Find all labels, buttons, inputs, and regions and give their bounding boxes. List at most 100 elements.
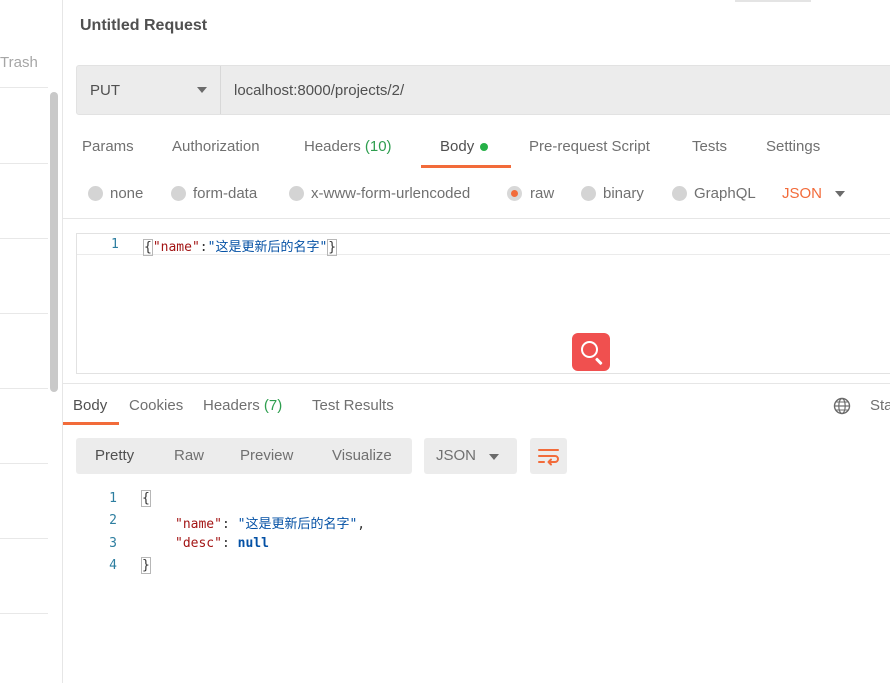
request-panel: Untitled Request PUT Params Authorizatio… bbox=[63, 0, 890, 683]
radio-none-label[interactable]: none bbox=[110, 185, 143, 202]
search-icon bbox=[581, 341, 598, 358]
tab-headers-count: (10) bbox=[364, 138, 392, 155]
line-number: 1 bbox=[111, 237, 119, 252]
divider bbox=[63, 218, 890, 219]
response-tab-cookies[interactable]: Cookies bbox=[129, 397, 183, 414]
tab-body[interactable]: Body bbox=[440, 138, 489, 155]
response-tab-test-results[interactable]: Test Results bbox=[312, 397, 394, 414]
active-tab-underline bbox=[63, 422, 119, 425]
sidebar-divider bbox=[0, 238, 48, 239]
tab-body-label: Body bbox=[440, 138, 475, 155]
response-tab-headers[interactable]: Headers (7) bbox=[203, 397, 282, 414]
tab-authorization[interactable]: Authorization bbox=[172, 138, 260, 155]
sidebar-divider bbox=[0, 163, 48, 164]
line-number: 3 bbox=[109, 536, 117, 551]
search-icon-handle bbox=[594, 357, 603, 366]
body-type-select[interactable]: JSON bbox=[782, 185, 822, 202]
chevron-down-icon bbox=[197, 87, 207, 93]
radio-graphql-label[interactable]: GraphQL bbox=[694, 185, 756, 202]
response-line: 1 { bbox=[63, 488, 890, 510]
sidebar-divider bbox=[0, 388, 48, 389]
request-title[interactable]: Untitled Request bbox=[80, 17, 207, 35]
line-number: 2 bbox=[109, 513, 117, 528]
radio-raw-label[interactable]: raw bbox=[530, 185, 554, 202]
active-tab-underline bbox=[421, 165, 511, 168]
active-dot-icon bbox=[480, 143, 489, 152]
sidebar-divider bbox=[0, 463, 48, 464]
chevron-down-icon[interactable] bbox=[835, 191, 845, 197]
response-code: "name": "这是更新后的名字", bbox=[175, 513, 365, 532]
json-value: "这是更新后的名字" bbox=[207, 240, 328, 255]
radio-binary-label[interactable]: binary bbox=[603, 185, 644, 202]
tab-headers[interactable]: Headers (10) bbox=[304, 138, 392, 155]
wrap-lines-button[interactable] bbox=[530, 438, 567, 474]
json-comma: , bbox=[357, 517, 366, 532]
json-colon: : bbox=[199, 240, 208, 255]
tab-params[interactable]: Params bbox=[82, 138, 134, 155]
sidebar-divider bbox=[0, 613, 48, 614]
line-number: 4 bbox=[109, 558, 117, 573]
close-brace: } bbox=[327, 239, 338, 256]
response-tab-headers-count: (7) bbox=[263, 397, 283, 414]
response-format-select[interactable]: JSON bbox=[424, 438, 517, 474]
json-colon: : bbox=[221, 536, 238, 551]
response-line: 4 } bbox=[63, 555, 890, 577]
tab-tests[interactable]: Tests bbox=[692, 138, 727, 155]
radio-urlencoded-label[interactable]: x-www-form-urlencoded bbox=[311, 185, 470, 202]
view-pretty[interactable]: Pretty bbox=[95, 447, 134, 464]
response-tab-headers-label: Headers bbox=[203, 397, 260, 414]
tab-strip-edge bbox=[735, 0, 811, 2]
response-code: { bbox=[141, 490, 151, 507]
close-brace: } bbox=[141, 557, 151, 574]
sidebar-scrollbar[interactable] bbox=[50, 92, 58, 392]
open-brace: { bbox=[141, 490, 151, 507]
radio-form-data[interactable] bbox=[171, 186, 186, 201]
json-key: "desc" bbox=[175, 536, 222, 551]
sidebar: Trash bbox=[0, 0, 63, 683]
response-line: 3 "desc": null bbox=[63, 533, 890, 555]
response-line: 2 "name": "这是更新后的名字", bbox=[63, 510, 890, 532]
body-editor[interactable]: 1 {"name":"这是更新后的名字"} bbox=[76, 233, 890, 374]
body-mode-options: none form-data x-www-form-urlencoded raw… bbox=[63, 180, 890, 210]
radio-form-data-label[interactable]: form-data bbox=[193, 185, 257, 202]
url-bar: PUT bbox=[76, 65, 890, 115]
response-tabs: Body Cookies Headers (7) Test Results St… bbox=[63, 390, 890, 425]
wrap-lines-icon bbox=[538, 449, 559, 466]
json-key: "name" bbox=[175, 517, 222, 532]
radio-none[interactable] bbox=[88, 186, 103, 201]
request-tabs: Params Authorization Headers (10) Body P… bbox=[63, 130, 890, 170]
method-select[interactable]: PUT bbox=[77, 66, 221, 114]
tab-settings[interactable]: Settings bbox=[766, 138, 820, 155]
chevron-down-icon bbox=[489, 454, 499, 460]
method-label: PUT bbox=[90, 82, 120, 99]
open-brace: { bbox=[143, 239, 153, 256]
response-code: } bbox=[141, 557, 151, 574]
globe-icon[interactable] bbox=[833, 397, 851, 415]
view-visualize[interactable]: Visualize bbox=[332, 447, 392, 464]
response-code: "desc": null bbox=[175, 536, 269, 551]
tab-prerequest-script[interactable]: Pre-request Script bbox=[529, 138, 650, 155]
sidebar-divider bbox=[0, 313, 48, 314]
radio-graphql[interactable] bbox=[672, 186, 687, 201]
response-view-toggle: Pretty Raw Preview Visualize bbox=[76, 438, 412, 474]
radio-urlencoded[interactable] bbox=[289, 186, 304, 201]
status-label: Sta bbox=[870, 397, 890, 414]
json-colon: : bbox=[221, 517, 238, 532]
radio-raw[interactable] bbox=[507, 186, 522, 201]
sidebar-divider bbox=[0, 538, 48, 539]
search-button[interactable] bbox=[572, 333, 610, 371]
sidebar-divider bbox=[0, 87, 48, 88]
editor-code[interactable]: {"name":"这是更新后的名字"} bbox=[143, 236, 338, 256]
tab-headers-label: Headers bbox=[304, 138, 361, 155]
divider bbox=[63, 383, 890, 384]
url-input[interactable] bbox=[222, 66, 890, 114]
sidebar-trash-label[interactable]: Trash bbox=[0, 54, 38, 71]
editor-line: 1 {"name":"这是更新后的名字"} bbox=[77, 234, 890, 256]
response-tab-body[interactable]: Body bbox=[73, 397, 107, 414]
radio-binary[interactable] bbox=[581, 186, 596, 201]
line-number: 1 bbox=[109, 491, 117, 506]
json-key: "name" bbox=[152, 240, 200, 255]
view-raw[interactable]: Raw bbox=[174, 447, 204, 464]
view-preview[interactable]: Preview bbox=[240, 447, 293, 464]
response-format-label: JSON bbox=[436, 447, 477, 464]
